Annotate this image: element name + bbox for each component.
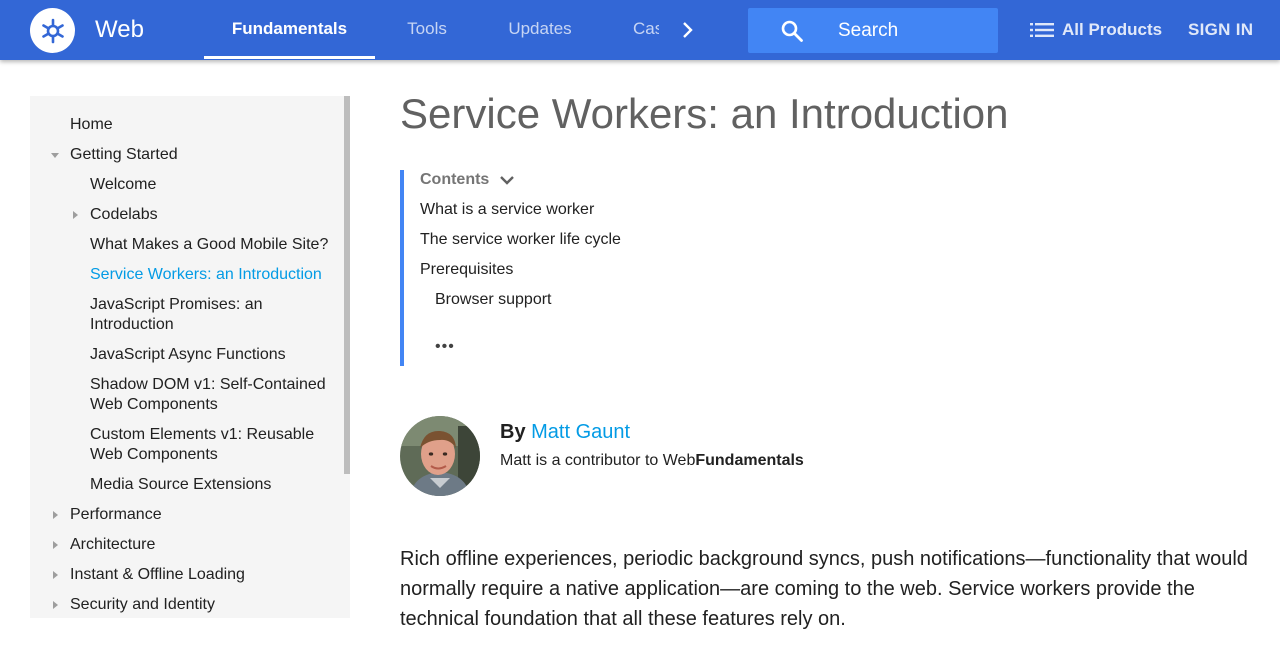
sidebar-item-codelabs[interactable]: Codelabs [90,205,158,225]
sidebar-item-custom-elements[interactable]: Custom Elements v1: Reusable Web Compone… [90,425,330,465]
author-avatar [400,416,480,496]
sidebar-item-js-async[interactable]: JavaScript Async Functions [90,345,286,365]
sidebar-item-welcome[interactable]: Welcome [90,175,156,195]
sidebar-item-getting-started[interactable]: Getting Started [70,145,178,165]
tab-fundamentals[interactable]: Fundamentals [204,0,375,60]
caret-right-icon[interactable] [53,541,58,549]
caret-right-icon[interactable] [53,601,58,609]
intro-paragraph: Rich offline experiences, periodic backg… [400,548,1248,630]
active-tab-indicator [204,56,375,59]
sidebar-item-shadow-dom[interactable]: Shadow DOM v1: Self-Contained Web Compon… [90,375,336,415]
all-products-button[interactable]: All Products [1030,15,1162,45]
caret-right-icon[interactable] [53,511,58,519]
sidebar-item-security-identity[interactable]: Security and Identity [70,595,215,615]
all-products-label: All Products [1062,20,1163,39]
sign-in-button[interactable]: SIGN IN [1188,15,1253,45]
sidebar-item-media-source[interactable]: Media Source Extensions [90,475,271,495]
toc-link-browser-support[interactable]: Browser support [435,290,552,310]
sidebar-item-service-workers[interactable]: Service Workers: an Introduction [90,265,322,285]
author-byline: By Matt Gaunt [500,420,630,444]
tab-tools[interactable]: Tools [385,0,469,60]
page-title: Service Workers: an Introduction [400,90,1009,137]
chevron-down-icon [500,176,515,185]
sidebar-item-good-mobile-site[interactable]: What Makes a Good Mobile Site? [90,235,328,255]
toc-link-what-is[interactable]: What is a service worker [420,200,594,220]
caret-right-icon[interactable] [73,211,78,219]
top-app-bar: Web Fundamentals Tools Updates Case Stud… [0,0,1280,60]
tab-case-studies[interactable]: Case Studies [633,0,659,60]
author-desc-prefix: Matt is a contributor to Web [500,452,696,469]
list-icon [1030,23,1054,37]
toc-toggle[interactable]: Contents [420,170,515,190]
sidebar-scrollbar[interactable] [344,96,350,474]
sidebar-item-instant-offline[interactable]: Instant & Offline Loading [70,565,245,585]
author-desc-suffix: Fundamentals [695,452,804,469]
table-of-contents: Contents What is a service worker The se… [400,170,700,366]
caret-right-icon[interactable] [53,571,58,579]
caret-down-icon[interactable] [51,153,59,158]
web-logo-icon[interactable] [30,8,75,53]
toc-heading: Contents [420,171,490,188]
author-description: Matt is a contributor to WebFundamentals [500,451,804,471]
search-box[interactable]: Search [748,8,998,53]
brand-name[interactable]: Web [95,15,144,45]
tabs-scroll-right-button[interactable] [672,14,704,46]
search-placeholder: Search [838,20,899,41]
sidebar-item-home[interactable]: Home [70,115,113,135]
chevron-right-icon [683,22,693,38]
toc-more-button[interactable]: ••• [435,338,455,356]
search-icon [781,20,803,42]
tab-updates[interactable]: Updates [496,0,584,60]
sidebar-item-architecture[interactable]: Architecture [70,535,155,555]
toc-link-life-cycle[interactable]: The service worker life cycle [420,230,621,250]
author-by-label: By [500,421,526,443]
author-name-link[interactable]: Matt Gaunt [531,421,630,443]
left-nav: Home Getting Started Welcome Codelabs Wh… [30,96,350,618]
sidebar-item-performance[interactable]: Performance [70,505,162,525]
toc-link-prerequisites[interactable]: Prerequisites [420,260,513,280]
sidebar-item-js-promises[interactable]: JavaScript Promises: an Introduction [90,295,310,335]
